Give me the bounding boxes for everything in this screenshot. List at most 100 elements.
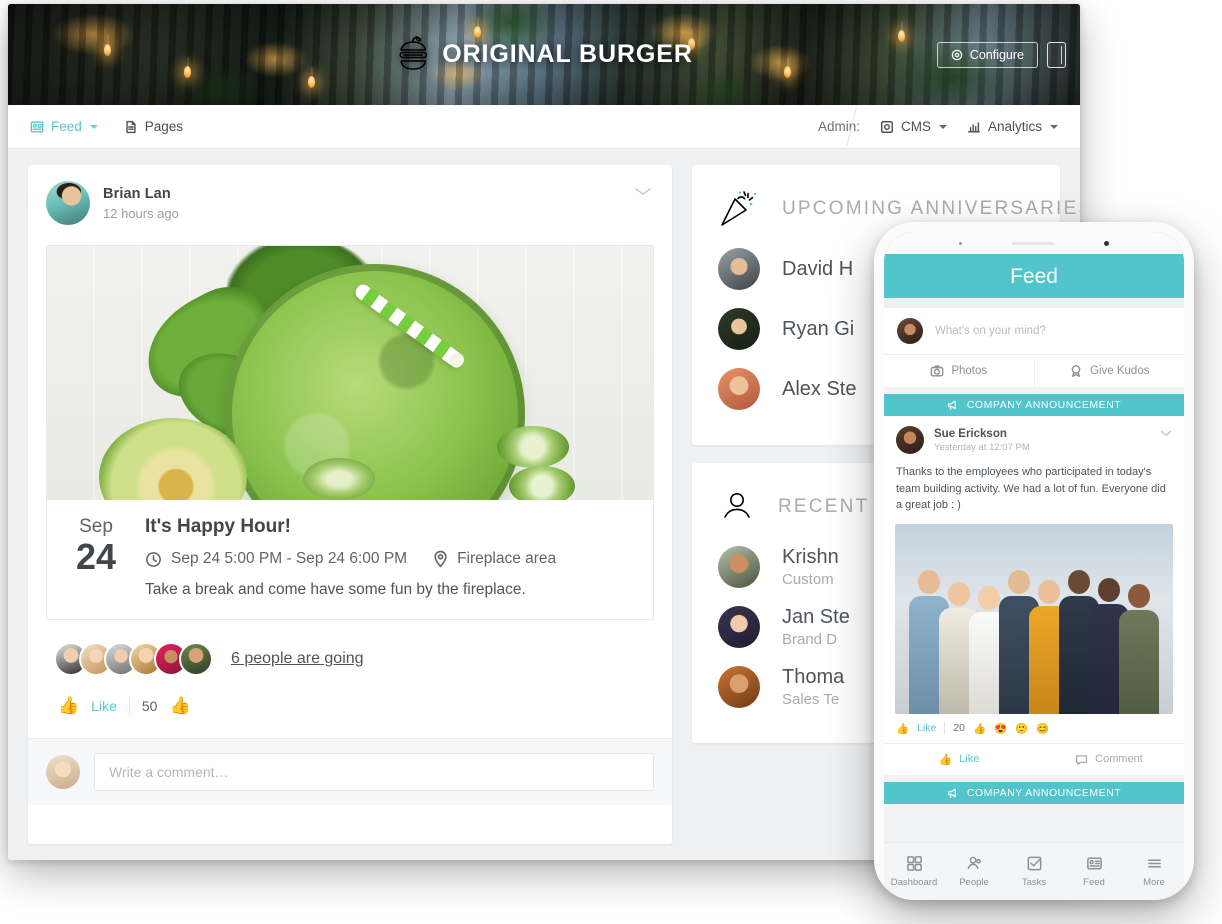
main-navbar: Feed Pages Admin: CMS Analytics <box>8 105 1080 149</box>
tab-people-label: People <box>959 877 989 888</box>
comment-bar: Write a comment… <box>28 738 672 805</box>
clock-icon <box>145 551 162 568</box>
event-time: Sep 24 5:00 PM - Sep 24 6:00 PM <box>145 550 407 568</box>
admin-label: Admin: <box>817 119 860 134</box>
composer-placeholder[interactable]: What's on your mind? <box>935 325 1046 337</box>
list-item-name: Ryan Gi <box>782 317 855 340</box>
mobile-device-icon[interactable] <box>1047 42 1066 68</box>
event-title: It's Happy Hour! <box>145 516 291 537</box>
photos-button[interactable]: Photos <box>884 355 1034 387</box>
avatar[interactable] <box>46 181 90 225</box>
camera-icon <box>930 364 944 378</box>
avatar[interactable] <box>718 546 760 588</box>
event-time-label: Sep 24 5:00 PM - Sep 24 6:00 PM <box>171 550 408 567</box>
reaction-emoji: 😊 <box>1036 722 1050 735</box>
event-details: Sep 24 It's Happy Hour! Sep 24 5:00 PM -… <box>47 500 653 619</box>
event-image <box>47 246 653 500</box>
avatar[interactable] <box>718 368 760 410</box>
brand-logo[interactable]: ORIGINAL BURGER <box>395 35 693 75</box>
mobile-like-action[interactable]: 👍 Like <box>884 744 1034 775</box>
tab-more-label: More <box>1143 877 1165 888</box>
thumbs-up-icon: 👍 <box>169 696 191 715</box>
list-item-subtitle: Custom <box>782 571 834 588</box>
mobile-like-action-label: Like <box>959 753 980 765</box>
phone-mockup: Feed What's on your mind? Photos Give Ku… <box>874 222 1194 900</box>
phone-header-spacer <box>884 298 1184 308</box>
event-description: Take a break and come have some fun by t… <box>145 581 526 598</box>
announcement-banner[interactable]: COMPANY ANNOUNCEMENT <box>884 394 1184 416</box>
hero-banner: ORIGINAL BURGER Configure <box>8 4 1080 105</box>
feed-icon <box>30 120 44 134</box>
reaction-emoji: 😍 <box>994 722 1008 735</box>
brand-name: ORIGINAL BURGER <box>442 40 693 68</box>
avatar[interactable] <box>718 666 760 708</box>
mobile-post-timestamp: Yesterday at 12:07 PM <box>934 441 1030 453</box>
team-photo-figures <box>895 552 1173 714</box>
reaction-emoji: 🙂 <box>1015 722 1029 735</box>
nav-item-analytics[interactable]: Analytics <box>967 119 1058 134</box>
nav-item-feed[interactable]: Feed <box>30 119 98 134</box>
mobile-reaction-count: 20 <box>953 722 966 734</box>
divider <box>128 697 130 715</box>
screenshot-stage: ORIGINAL BURGER Configure Feed Pages Adm… <box>0 0 1222 924</box>
nav-item-pages-label: Pages <box>144 119 184 134</box>
mobile-like-button[interactable]: Like <box>917 722 936 734</box>
like-button[interactable]: Like <box>91 698 117 714</box>
avatar[interactable] <box>179 642 213 676</box>
mobile-comment-action[interactable]: Comment <box>1034 744 1184 775</box>
event-card[interactable]: Sep 24 It's Happy Hour! Sep 24 5:00 PM -… <box>46 245 654 620</box>
mobile-post-text: Thanks to the employees who participated… <box>896 466 1166 511</box>
chevron-down-icon <box>1050 124 1058 129</box>
people-icon <box>966 855 983 872</box>
avatar[interactable] <box>718 606 760 648</box>
attendee-avatars[interactable] <box>54 642 213 676</box>
list-item-subtitle: Brand D <box>782 631 838 648</box>
thumbs-up-icon: 👍 <box>938 753 953 766</box>
avatar[interactable] <box>897 318 923 344</box>
thumbs-up-icon[interactable]: 👍 <box>58 696 79 716</box>
configure-button[interactable]: Configure <box>936 42 1038 68</box>
reaction-emoji: 👍 <box>973 722 987 735</box>
post-header: Brian Lan 12 hours ago <box>28 165 672 231</box>
hamburger-icon <box>1146 855 1163 872</box>
announcement-banner-2[interactable]: COMPANY ANNOUNCEMENT <box>884 781 1184 804</box>
give-kudos-button[interactable]: Give Kudos <box>1033 355 1185 387</box>
phone-status-bar <box>884 232 1184 254</box>
mobile-post-image[interactable] <box>895 523 1173 714</box>
nav-item-pages[interactable]: Pages <box>124 119 183 134</box>
nav-item-cms[interactable]: CMS <box>880 119 947 134</box>
composer-input-row[interactable]: What's on your mind? <box>884 308 1184 354</box>
megaphone-icon <box>947 787 959 799</box>
post-author-block: Brian Lan 12 hours ago <box>103 186 179 221</box>
nav-item-analytics-label: Analytics <box>987 119 1042 134</box>
tab-people[interactable]: People <box>944 855 1004 888</box>
avatar[interactable] <box>46 755 80 789</box>
list-item-name: David H <box>782 257 854 280</box>
tab-more[interactable]: More <box>1124 855 1184 888</box>
going-count-link[interactable]: 6 people are going <box>231 650 364 668</box>
event-location-label: Fireplace area <box>457 550 557 567</box>
post-menu-button[interactable] <box>634 187 652 196</box>
tab-tasks-label: Tasks <box>1021 877 1047 888</box>
analytics-icon <box>967 120 981 134</box>
tab-tasks[interactable]: Tasks <box>1004 855 1064 888</box>
post-author-name: Brian Lan <box>103 185 171 202</box>
mobile-action-bar: 👍 Like Comment <box>884 744 1184 775</box>
avatar[interactable] <box>896 426 924 454</box>
tab-feed[interactable]: Feed <box>1064 855 1124 888</box>
navbar-right: Admin: CMS Analytics <box>818 119 1058 134</box>
post-card: Brian Lan 12 hours ago Sep 24 It's Happy… <box>28 165 672 844</box>
grid-icon <box>906 855 923 872</box>
avatar[interactable] <box>718 308 760 350</box>
tab-dashboard[interactable]: Dashboard <box>884 855 944 888</box>
thumbs-up-icon[interactable]: 👍 <box>896 722 909 735</box>
nav-item-cms-label: CMS <box>900 119 931 134</box>
mobile-post-menu-button[interactable] <box>1160 430 1172 437</box>
cms-icon <box>880 120 894 134</box>
divider <box>944 722 946 734</box>
mobile-reaction-row: 👍 Like 20 👍 😍 🙂 😊 <box>884 714 1184 744</box>
announcement-banner-label: COMPANY ANNOUNCEMENT <box>966 399 1122 411</box>
avatar[interactable] <box>718 248 760 290</box>
comment-input[interactable]: Write a comment… <box>94 753 654 791</box>
location-pin-icon <box>433 550 448 568</box>
